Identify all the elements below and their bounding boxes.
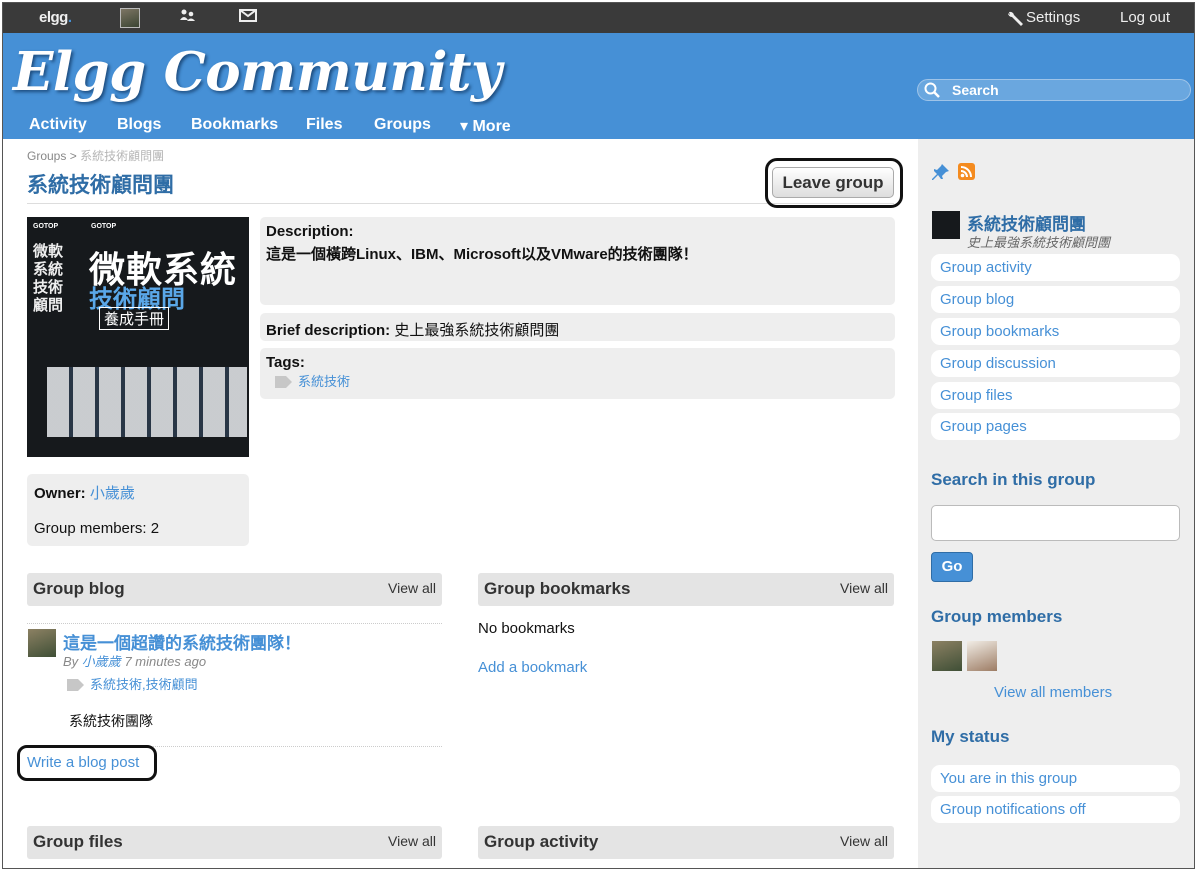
- byline-prefix: By: [63, 654, 79, 669]
- search-icon: [924, 82, 940, 98]
- brief-description-field: Brief description: 史上最強系統技術顧問團: [260, 313, 895, 341]
- owner-box: Owner: 小歲歲 Group members: 2: [27, 474, 249, 546]
- sidebar-item-group-activity[interactable]: Group activity: [931, 254, 1180, 281]
- page-title: 系統技術顧問團: [27, 174, 174, 197]
- user-avatar-icon[interactable]: [120, 8, 140, 28]
- cover-tiles: [47, 367, 247, 437]
- group-search-input[interactable]: [931, 505, 1180, 541]
- member-avatar[interactable]: [932, 641, 962, 671]
- nav-groups[interactable]: Groups: [374, 116, 431, 134]
- pin-icon[interactable]: [932, 163, 950, 181]
- rss-icon[interactable]: [958, 163, 975, 180]
- bookmarks-view-all-link[interactable]: View all: [840, 580, 888, 596]
- description-field: Description: 這是一個橫跨Linux、IBM、Microsoft以及…: [260, 217, 895, 305]
- title-divider: [27, 203, 894, 204]
- logout-link[interactable]: Log out: [1120, 3, 1170, 33]
- group-cover-image: GOTOP GOTOP 微軟系統 技術顧問 養成手冊 微軟系統技術顧問: [27, 217, 249, 457]
- description-value: 這是一個橫跨Linux、IBM、Microsoft以及VMware的技術團隊！: [266, 246, 698, 263]
- group-bookmarks-header: Group bookmarks View all: [478, 573, 894, 606]
- description-label: Description:: [266, 223, 354, 240]
- group-files-title: Group files: [33, 832, 123, 851]
- sidebar-item-group-files[interactable]: Group files: [931, 382, 1180, 409]
- sidebar-item-group-bookmarks[interactable]: Group bookmarks: [931, 318, 1180, 345]
- group-members-heading: Group members: [931, 607, 1063, 626]
- group-activity-title: Group activity: [484, 832, 599, 851]
- tags-label: Tags:: [266, 354, 305, 371]
- group-bookmarks-title: Group bookmarks: [484, 579, 631, 598]
- breadcrumb-groups[interactable]: Groups: [27, 149, 66, 163]
- brief-label: Brief description:: [266, 322, 391, 339]
- tag-icon: [67, 678, 84, 691]
- blog-tags: 系統技術,技術顧問: [63, 674, 198, 693]
- sidebar-group-brief: 史上最強系統技術顧問團: [967, 235, 1111, 250]
- tag-icon: [275, 375, 292, 388]
- breadcrumb: Groups > 系統技術顧問團: [27, 147, 164, 164]
- owner-label: Owner:: [34, 485, 86, 502]
- my-status-heading: My status: [931, 727, 1010, 746]
- leave-group-button[interactable]: Leave group: [772, 167, 894, 198]
- search-group-heading: Search in this group: [931, 470, 1096, 489]
- nav-more[interactable]: ▾ More: [460, 116, 511, 136]
- cover-spine: 微軟系統技術顧問: [33, 243, 64, 314]
- blog-time: 7 minutes ago: [124, 654, 207, 669]
- sidebar-item-group-pages[interactable]: Group pages: [931, 413, 1180, 440]
- author-avatar[interactable]: [28, 629, 56, 657]
- blog-excerpt: 系統技術團隊: [69, 713, 153, 729]
- membership-status[interactable]: You are in this group: [931, 765, 1180, 792]
- activity-view-all-link[interactable]: View all: [840, 833, 888, 849]
- owner-link[interactable]: 小歲歲: [90, 485, 135, 502]
- files-view-all-link[interactable]: View all: [388, 833, 436, 849]
- friends-icon[interactable]: [179, 3, 197, 33]
- tags-field: Tags: 系統技術: [260, 348, 895, 399]
- cover-publisher-2: GOTOP: [91, 223, 117, 230]
- settings-link[interactable]: Settings: [1006, 3, 1080, 33]
- elgg-logo[interactable]: elgg.: [39, 3, 72, 33]
- browser-frame: elgg. Settings Log out Elgg Community Ac…: [2, 2, 1195, 869]
- cover-title-3: 養成手冊: [99, 307, 170, 330]
- topbar: elgg. Settings Log out: [3, 3, 1194, 33]
- group-blog-header: Group blog View all: [27, 573, 442, 606]
- add-bookmark-link[interactable]: Add a bookmark: [478, 659, 587, 676]
- blog-author-link[interactable]: 小歲歲: [82, 654, 121, 669]
- go-button[interactable]: Go: [931, 552, 973, 582]
- wrench-icon: [1008, 11, 1023, 27]
- nav-activity[interactable]: Activity: [29, 116, 87, 134]
- group-avatar[interactable]: [932, 211, 960, 239]
- blog-byline: By 小歲歲 7 minutes ago: [63, 651, 206, 670]
- nav-files[interactable]: Files: [306, 116, 342, 134]
- breadcrumb-current: 系統技術顧問團: [80, 149, 165, 163]
- nav-blogs[interactable]: Blogs: [117, 116, 161, 134]
- group-files-header: Group files View all: [27, 826, 442, 859]
- notification-status[interactable]: Group notifications off: [931, 796, 1180, 823]
- group-blog-title: Group blog: [33, 579, 125, 598]
- sidebar-item-group-blog[interactable]: Group blog: [931, 286, 1180, 313]
- member-count: Group members: 2: [34, 520, 160, 537]
- no-bookmarks-text: No bookmarks: [478, 620, 575, 637]
- settings-label: Settings: [1026, 9, 1081, 26]
- tag-link[interactable]: 系統技術: [298, 374, 350, 389]
- blog-tag-link[interactable]: 系統技術,技術顧問: [90, 677, 198, 692]
- view-all-members-link[interactable]: View all members: [994, 684, 1112, 701]
- member-avatar[interactable]: [967, 641, 997, 671]
- envelope-icon[interactable]: [239, 3, 257, 33]
- search-input[interactable]: Search: [917, 79, 1191, 101]
- blog-view-all-link[interactable]: View all: [388, 580, 436, 596]
- write-blog-post-link[interactable]: Write a blog post: [27, 754, 139, 771]
- sidebar-item-group-discussion[interactable]: Group discussion: [931, 350, 1180, 377]
- group-activity-header: Group activity View all: [478, 826, 894, 859]
- nav-bookmarks[interactable]: Bookmarks: [191, 116, 278, 134]
- divider: [27, 623, 442, 624]
- breadcrumb-separator: >: [69, 149, 77, 163]
- site-title[interactable]: Elgg Community: [13, 41, 502, 103]
- brief-value: 史上最強系統技術顧問團: [394, 322, 560, 339]
- cover-publisher: GOTOP: [33, 223, 59, 230]
